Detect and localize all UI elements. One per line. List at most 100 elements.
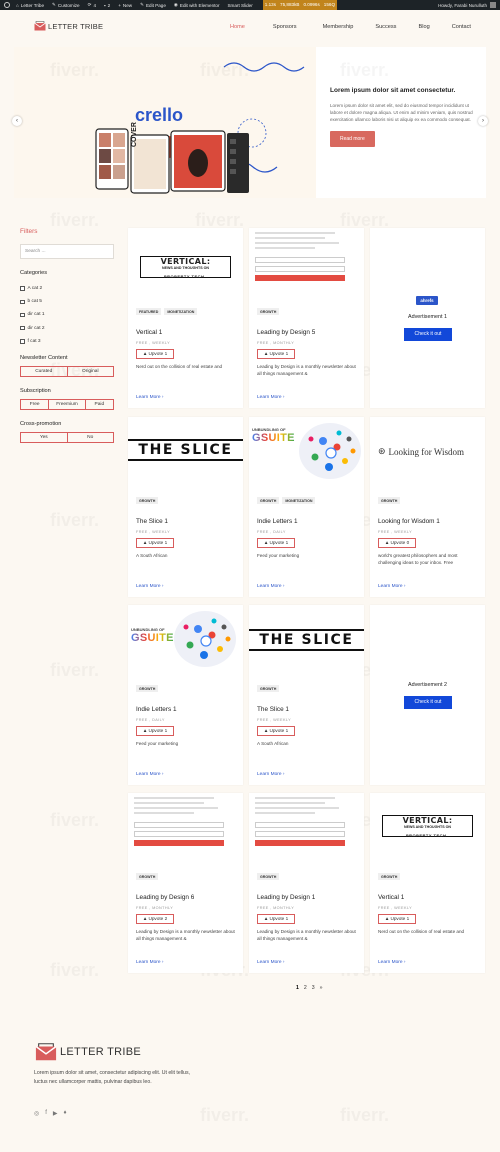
upvote-button[interactable]: ▲ Upvote 1 xyxy=(136,538,174,548)
query-monitor[interactable]: 1.13s 75,883kB 0.0996s 156Q xyxy=(262,0,338,10)
option-paid[interactable]: Paid xyxy=(86,400,113,409)
option-original[interactable]: Original xyxy=(68,367,114,376)
tag-growth[interactable]: GROWTH xyxy=(136,685,159,692)
learn-more-link[interactable]: Learn More › xyxy=(136,772,163,777)
check-it-out-button[interactable]: Check it out xyxy=(404,696,452,709)
next-page[interactable]: » xyxy=(320,985,323,991)
wordpress-icon[interactable] xyxy=(4,2,10,8)
checkbox[interactable] xyxy=(20,312,25,318)
page-2[interactable]: 2 xyxy=(304,985,307,991)
admin-customize[interactable]: ✎ Customize xyxy=(52,2,80,8)
upvote-button[interactable]: ▲ Upvote 1 xyxy=(378,914,416,924)
upvote-button[interactable]: ▲ Upvote 1 xyxy=(136,726,174,736)
card-title[interactable]: Indie Letters 1 xyxy=(257,518,298,525)
read-more-button[interactable]: Read more xyxy=(330,131,375,148)
tag-growth[interactable]: GROWTH xyxy=(136,873,159,880)
checkbox[interactable] xyxy=(20,325,25,331)
learn-more-link[interactable]: Learn More › xyxy=(136,960,163,965)
card-title[interactable]: The Slice 1 xyxy=(136,518,168,525)
tag-monetization[interactable]: MONETIZATION xyxy=(282,497,316,504)
page-1[interactable]: 1 xyxy=(296,985,299,991)
card-title[interactable]: The Slice 1 xyxy=(257,706,289,713)
category-item[interactable]: dir cat 2 xyxy=(20,322,115,335)
upvote-button[interactable]: ▲ Upvote 1 xyxy=(257,349,295,359)
page-3[interactable]: 3 xyxy=(312,985,315,991)
admin-comments[interactable]: ▪ 2 xyxy=(104,3,110,8)
checkbox[interactable] xyxy=(20,339,25,344)
learn-more-link[interactable]: Learn More › xyxy=(257,584,284,589)
admin-new[interactable]: + New xyxy=(118,3,132,8)
checkbox[interactable] xyxy=(20,299,25,305)
advertisement-card[interactable]: Advertisement 2 Check it out xyxy=(370,605,485,785)
admin-elementor[interactable]: ◉ Edit with Elementor xyxy=(174,2,220,8)
card-title[interactable]: Leading by Design 5 xyxy=(257,329,315,336)
newsletter-card[interactable]: VERTICAL: NEWS AND THOUGHTS ON PROPERTY … xyxy=(128,228,243,408)
tag-growth[interactable]: GROWTH xyxy=(257,308,280,315)
newsletter-card[interactable]: THE SLICE GROWTH The Slice 1 FREE , WEEK… xyxy=(249,605,364,785)
upvote-button[interactable]: ▲ Upvote 1 xyxy=(257,726,295,736)
learn-more-link[interactable]: Learn More › xyxy=(378,584,405,589)
instagram-icon[interactable]: ◎ xyxy=(34,1110,39,1117)
twitter-icon[interactable]: ♦ xyxy=(64,1110,67,1117)
learn-more-link[interactable]: Learn More › xyxy=(136,584,163,589)
category-item[interactable]: dir cat 1 xyxy=(20,308,115,321)
nav-contact[interactable]: Contact xyxy=(452,24,471,30)
checkbox[interactable] xyxy=(20,286,25,291)
tag-growth[interactable]: GROWTH xyxy=(257,497,280,504)
card-title[interactable]: Vertical 1 xyxy=(378,894,404,901)
card-title[interactable]: Indie Letters 1 xyxy=(136,706,177,713)
card-title[interactable]: Vertical 1 xyxy=(136,329,162,336)
upvote-button[interactable]: ▲ Upvote 0 xyxy=(378,538,416,548)
option-yes[interactable]: Yes xyxy=(21,432,68,442)
newsletter-card[interactable]: THE SLICE GROWTH The Slice 1 FREE , WEEK… xyxy=(128,417,243,597)
upvote-button[interactable]: ▲ Upvote 1 xyxy=(257,914,295,924)
tag-growth[interactable]: GROWTH xyxy=(378,873,401,880)
tag-featured[interactable]: FEATURED xyxy=(136,308,162,315)
youtube-icon[interactable]: ▶ xyxy=(53,1110,58,1117)
admin-edit-page[interactable]: ✎ Edit Page xyxy=(140,2,166,8)
card-title[interactable]: Leading by Design 1 xyxy=(257,894,315,901)
check-it-out-button[interactable]: Check it out xyxy=(404,328,452,341)
newsletter-card[interactable]: GROWTH Leading by Design 5 FREE , MONTHL… xyxy=(249,228,364,408)
nav-home[interactable]: Home xyxy=(230,24,245,30)
option-free[interactable]: Free xyxy=(21,399,50,409)
category-item[interactable]: f cat 3 xyxy=(20,335,115,348)
admin-site-name[interactable]: ⌂ Letter Tribe xyxy=(16,3,44,8)
nav-success[interactable]: Success xyxy=(375,24,396,30)
admin-smart-slider[interactable]: Smart Slider xyxy=(227,3,252,8)
advertisement-card[interactable]: ahrefs Advertisement 1 Check it out xyxy=(370,228,485,408)
learn-more-link[interactable]: Learn More › xyxy=(257,772,284,777)
newsletter-card[interactable]: VERTICAL: NEWS AND THOUGHTS ON PROPERTY … xyxy=(370,793,485,973)
card-title[interactable]: Leading by Design 6 xyxy=(136,894,194,901)
slider-next-arrow-icon[interactable]: › xyxy=(478,116,488,126)
newsletter-card[interactable]: UNBUNDLING OF GSUITE GROWTH MONETIZATION… xyxy=(249,417,364,597)
upvote-button[interactable]: ▲ Upvote 1 xyxy=(257,538,295,548)
nav-membership[interactable]: Membership xyxy=(323,24,354,30)
category-item[interactable]: A cat 2 xyxy=(20,282,115,295)
learn-more-link[interactable]: Learn More › xyxy=(257,395,284,400)
learn-more-link[interactable]: Learn More › xyxy=(136,395,163,400)
upvote-button[interactable]: ▲ Upvote 2 xyxy=(136,914,174,924)
tag-monetization[interactable]: MONETIZATION xyxy=(164,308,198,315)
tag-growth[interactable]: GROWTH xyxy=(257,685,280,692)
newsletter-card[interactable]: UNBUNDLING OF GSUITE GROWTH Indie Letter… xyxy=(128,605,243,785)
admin-updates[interactable]: ⟳ 4 xyxy=(88,2,96,8)
learn-more-link[interactable]: Learn More › xyxy=(378,960,405,965)
facebook-icon[interactable]: f xyxy=(45,1110,47,1117)
tag-growth[interactable]: GROWTH xyxy=(257,873,280,880)
tag-growth[interactable]: GROWTH xyxy=(136,497,159,504)
slider-prev-arrow-icon[interactable]: ‹ xyxy=(12,116,22,126)
admin-account[interactable]: Howdy, Farabi Nurulluth xyxy=(438,2,496,8)
footer-logo[interactable]: LETTER TRIBE xyxy=(35,1042,141,1062)
newsletter-card[interactable]: ⊛ Looking for Wisdom GROWTH Looking for W… xyxy=(370,417,485,597)
option-no[interactable]: No xyxy=(68,433,114,442)
nav-sponsors[interactable]: Sponsors xyxy=(273,24,297,30)
option-curated[interactable]: Curated xyxy=(21,366,68,376)
search-input[interactable]: Search ... xyxy=(20,244,114,259)
card-title[interactable]: Looking for Wisdom 1 xyxy=(378,518,440,525)
upvote-button[interactable]: ▲ Upvote 1 xyxy=(136,349,174,359)
option-freemium[interactable]: Freemium xyxy=(49,399,86,409)
category-item[interactable]: b cat 5 xyxy=(20,295,115,308)
newsletter-card[interactable]: GROWTH Leading by Design 6 FREE , MONTHL… xyxy=(128,793,243,973)
nav-blog[interactable]: Blog xyxy=(418,24,429,30)
